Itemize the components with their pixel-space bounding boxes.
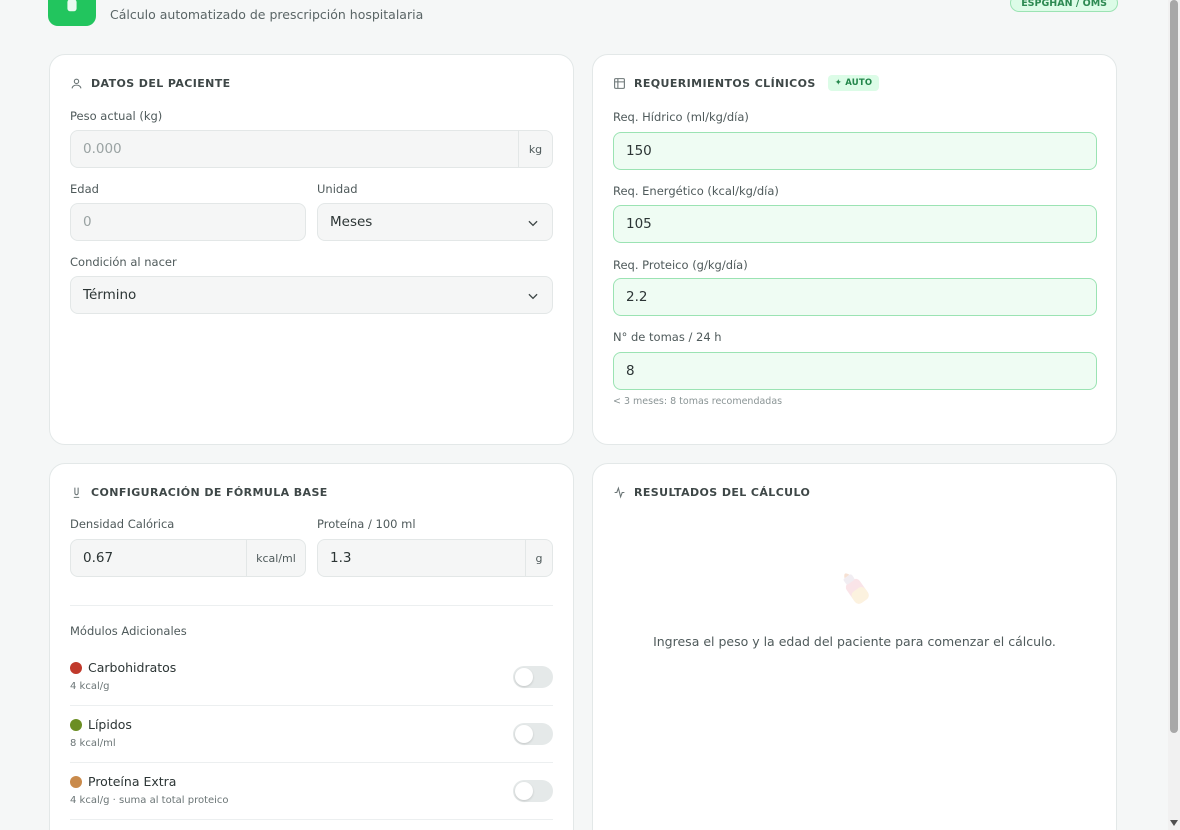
feeds-label: N° de tomas / 24 h	[613, 330, 722, 344]
module-carbohydrates: Carbohidratos	[70, 660, 176, 675]
lipids-toggle[interactable]	[513, 723, 553, 745]
baby-bottle-icon	[843, 573, 869, 604]
birth-condition-select[interactable]: Término	[70, 276, 553, 314]
protein-req-label: Req. Proteico (g/kg/día)	[613, 258, 748, 272]
chevron-down-icon	[528, 293, 538, 300]
age-unit-select[interactable]: Meses	[317, 203, 553, 241]
module-detail: 4 kcal/g	[70, 681, 110, 692]
module-extra-protein: Proteína Extra	[70, 774, 176, 789]
energy-input[interactable]: 105	[613, 205, 1097, 243]
activity-icon	[614, 485, 625, 499]
card-title: DATOS DEL PACIENTE	[70, 75, 231, 91]
module-detail: 4 kcal/g · suma al total proteico	[70, 795, 229, 806]
auto-badge: ✦ AUTO	[827, 75, 880, 91]
page-scrollbar[interactable]	[1168, 0, 1180, 830]
birth-condition-value: Término	[83, 287, 137, 303]
header: Cálculo automatizado de prescripción hos…	[48, 0, 1118, 30]
baby-bottle-icon	[67, 0, 77, 12]
hydric-input[interactable]: 150	[613, 132, 1097, 170]
module-name: Proteína Extra	[88, 774, 177, 789]
section-divider	[70, 605, 553, 606]
formula-protein-input[interactable]: 1.3	[317, 539, 526, 577]
card-title-text: DATOS DEL PACIENTE	[91, 76, 231, 90]
flask-icon	[73, 487, 80, 498]
formula-config-card: CONFIGURACIÓN DE FÓRMULA BASE Densidad C…	[49, 463, 574, 830]
guideline-badge: ESPGHAN / OMS	[1010, 0, 1118, 12]
module-name: Lípidos	[88, 717, 132, 732]
formula-protein-unit-addon: g	[526, 539, 553, 577]
module-lipids: Lípidos	[70, 717, 132, 732]
table-icon	[614, 77, 625, 89]
scrollbar-thumb[interactable]	[1170, 0, 1178, 733]
clinical-requirements-card: REQUERIMIENTOS CLÍNICOS ✦ AUTO Req. Hídr…	[592, 54, 1117, 445]
patient-data-card: DATOS DEL PACIENTE Peso actual (kg) 0.00…	[49, 54, 574, 445]
results-card: RESULTADOS DEL CÁLCULO Ingresa el peso y…	[592, 463, 1117, 830]
energy-label: Req. Energético (kcal/kg/día)	[613, 184, 779, 198]
hydric-label: Req. Hídrico (ml/kg/día)	[613, 110, 749, 124]
card-title-text: RESULTADOS DEL CÁLCULO	[634, 485, 811, 499]
card-title: CONFIGURACIÓN DE FÓRMULA BASE	[70, 484, 328, 500]
weight-label: Peso actual (kg)	[70, 109, 163, 123]
lipids-icon	[70, 718, 82, 731]
age-label: Edad	[70, 182, 99, 196]
extra-protein-toggle[interactable]	[513, 780, 553, 802]
card-title: RESULTADOS DEL CÁLCULO	[613, 484, 810, 500]
weight-unit-addon: kg	[519, 130, 553, 168]
module-divider	[70, 705, 553, 706]
app-subtitle: Cálculo automatizado de prescripción hos…	[110, 7, 424, 22]
birth-condition-label: Condición al nacer	[70, 255, 177, 269]
egg-icon	[70, 775, 82, 788]
card-title: REQUERIMIENTOS CLÍNICOS ✦ AUTO	[613, 75, 880, 91]
card-title-text: REQUERIMIENTOS CLÍNICOS	[634, 76, 816, 90]
protein-req-input[interactable]: 2.2	[613, 278, 1097, 316]
age-unit-value: Meses	[330, 214, 373, 230]
feeds-hint: < 3 meses: 8 tomas recomendadas	[613, 396, 783, 407]
density-unit-addon: kcal/ml	[247, 539, 306, 577]
density-label: Densidad Calórica	[70, 517, 175, 531]
density-input[interactable]: 0.67	[70, 539, 247, 577]
module-divider	[70, 762, 553, 763]
modules-label: Módulos Adicionales	[70, 624, 187, 638]
module-divider	[70, 819, 553, 820]
weight-input[interactable]: 0.000	[70, 130, 519, 168]
user-icon	[71, 78, 82, 88]
app-logo	[48, 0, 96, 26]
module-name: Carbohidratos	[88, 660, 177, 675]
age-input[interactable]: 0	[70, 203, 306, 241]
chevron-down-icon	[528, 220, 538, 227]
scroll-down-arrow-icon[interactable]	[1170, 820, 1178, 826]
carbohydrates-icon	[70, 661, 82, 674]
empty-state-message: Ingresa el peso y la edad del paciente p…	[653, 634, 1056, 649]
feeds-input[interactable]: 8	[613, 352, 1097, 390]
module-detail: 8 kcal/ml	[70, 738, 116, 749]
carbohydrates-toggle[interactable]	[513, 666, 553, 688]
formula-protein-label: Proteína / 100 ml	[317, 517, 416, 531]
card-title-text: CONFIGURACIÓN DE FÓRMULA BASE	[91, 485, 328, 499]
unit-label: Unidad	[317, 182, 358, 196]
